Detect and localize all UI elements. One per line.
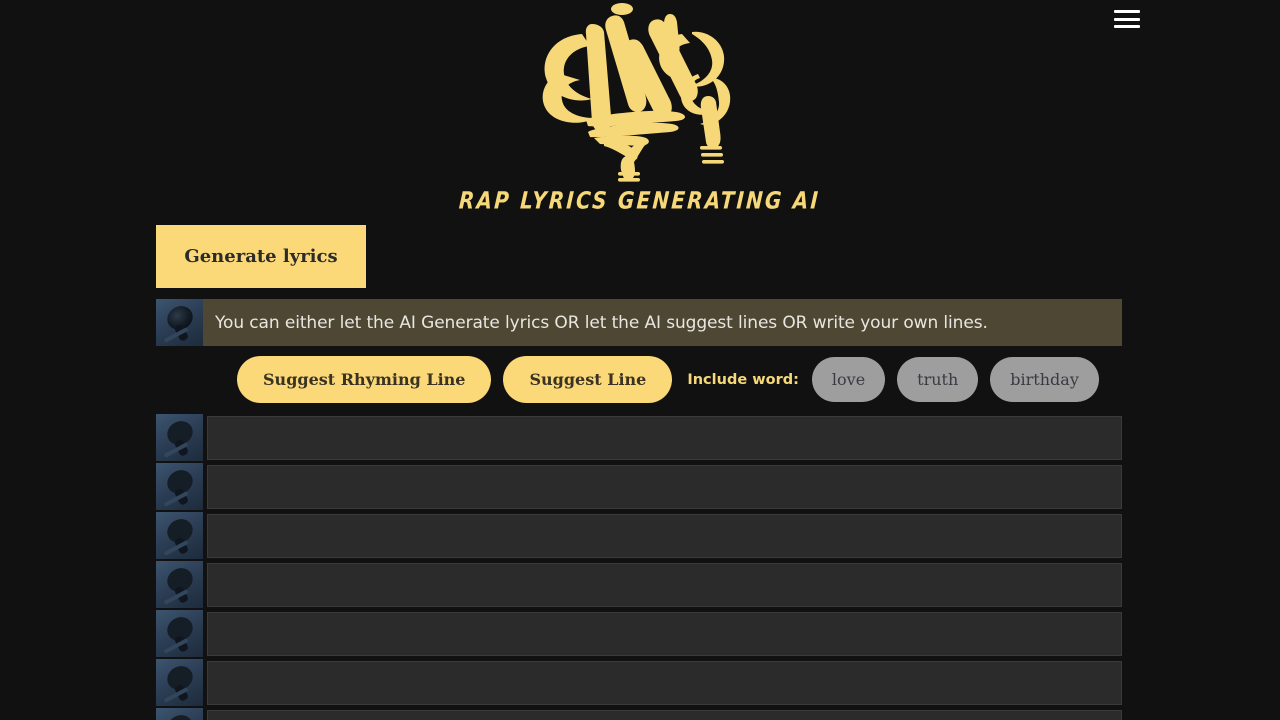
include-word-label: Include word:	[687, 371, 799, 388]
lyric-line-row	[156, 659, 1122, 707]
microphone-icon	[156, 708, 203, 720]
lyric-line-input-6[interactable]	[207, 661, 1122, 705]
lyric-line-row	[156, 610, 1122, 658]
main-content: Generate lyrics You can either let the A…	[156, 225, 1122, 720]
lyric-line-input-7[interactable]	[207, 710, 1122, 720]
microphone-icon	[156, 414, 203, 461]
microphone-icon	[156, 463, 203, 510]
microphone-icon	[156, 610, 203, 657]
suggest-line-button[interactable]: Suggest Line	[503, 356, 673, 403]
lyric-line-input-5[interactable]	[207, 612, 1122, 656]
lyric-line-row	[156, 512, 1122, 560]
microphone-icon	[156, 561, 203, 608]
lyric-line-row	[156, 708, 1122, 720]
info-banner-text: You can either let the AI Generate lyric…	[203, 299, 1122, 346]
graffiti-logo-icon	[542, 3, 731, 182]
lyric-line-input-2[interactable]	[207, 465, 1122, 509]
lyric-line-input-3[interactable]	[207, 514, 1122, 558]
word-chip-birthday[interactable]: birthday	[990, 357, 1099, 402]
lyric-line-input-1[interactable]	[207, 416, 1122, 460]
suggest-rhyming-line-button[interactable]: Suggest Rhyming Line	[237, 356, 492, 403]
word-chip-truth[interactable]: truth	[897, 357, 979, 402]
microphone-icon	[156, 659, 203, 706]
lyric-line-row	[156, 463, 1122, 511]
suggestion-toolbar: Suggest Rhyming Line Suggest Line Includ…	[156, 353, 1122, 406]
site-tagline: Rap Lyrics Generating AI	[458, 185, 822, 215]
generate-lyrics-button[interactable]: Generate lyrics	[156, 225, 366, 288]
lyric-line-row	[156, 561, 1122, 609]
microphone-icon	[156, 512, 203, 559]
lyric-line-input-4[interactable]	[207, 563, 1122, 607]
site-header: Rap Lyrics Generating AI	[0, 0, 1280, 225]
word-chip-love[interactable]: love	[811, 357, 886, 402]
lyric-line-row	[156, 414, 1122, 462]
info-banner-row: You can either let the AI Generate lyric…	[156, 299, 1122, 346]
microphone-icon	[156, 299, 203, 346]
lyric-line-list	[156, 414, 1122, 720]
